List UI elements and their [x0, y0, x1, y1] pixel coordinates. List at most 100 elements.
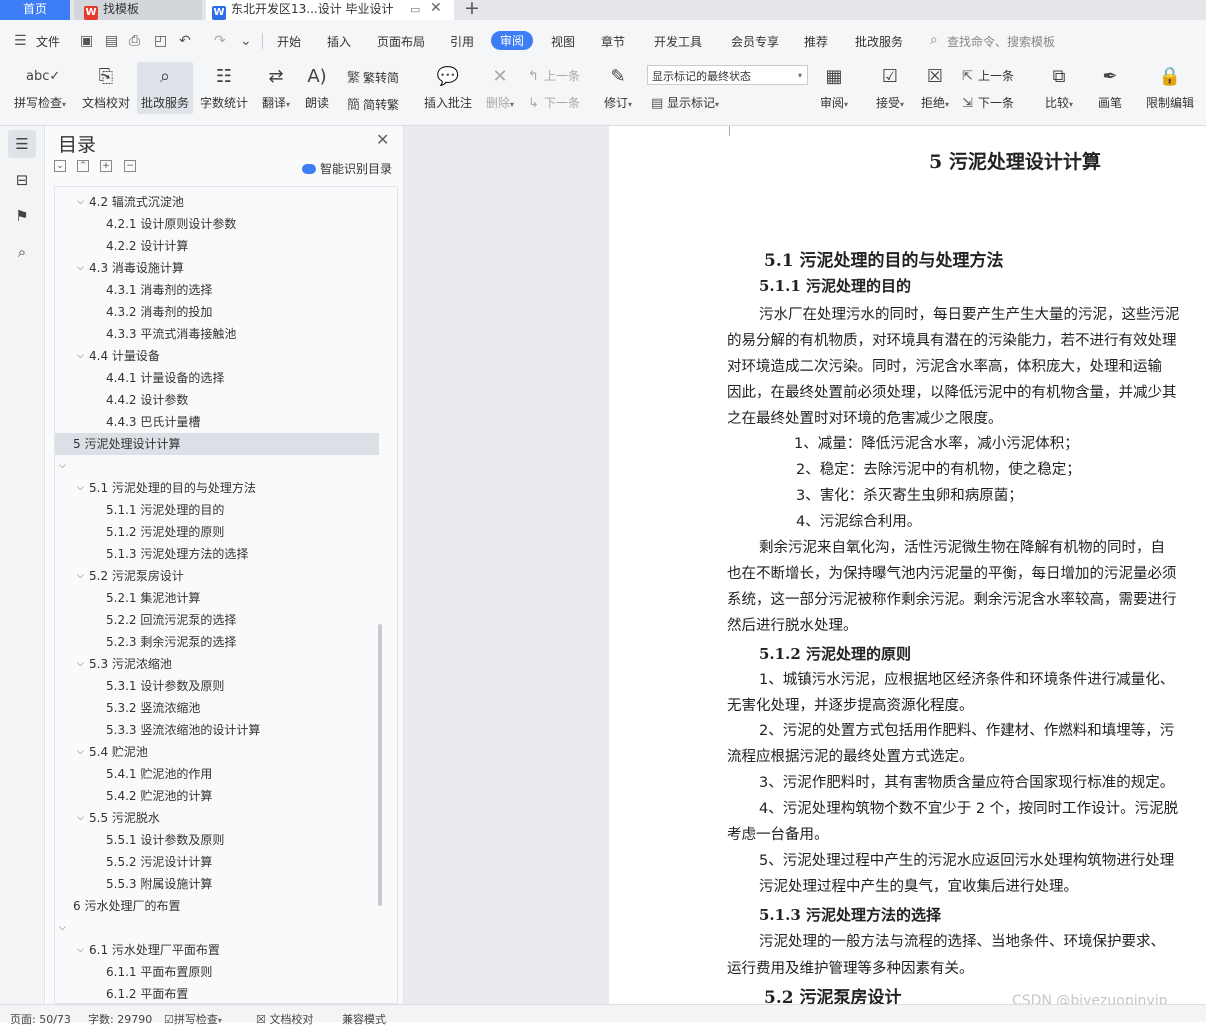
paragraph-line: 4、污泥处理构筑物个数不宜少于 2 个，按同时工作设计。污泥脱	[759, 801, 1179, 817]
translate-button[interactable]: ⇄ 翻译▾	[256, 64, 296, 111]
menu-chapter[interactable]: 章节	[601, 33, 625, 50]
word-count-indicator[interactable]: 字数: 29790	[88, 1011, 152, 1027]
prev-comment-button[interactable]: ↰ 上一条	[528, 67, 580, 84]
chevron-down-icon[interactable]: ⌵	[77, 939, 84, 961]
delete-comment-button[interactable]: ✕ 删除▾	[482, 64, 518, 111]
window-icon[interactable]: ▭	[410, 0, 420, 19]
menu-insert[interactable]: 插入	[327, 33, 351, 50]
new-tab-icon[interactable]: +	[464, 0, 480, 19]
export-pdf-icon[interactable]: ▤	[105, 33, 118, 49]
quick-access-more-icon[interactable]: ⌄	[240, 33, 252, 49]
paragraph-line: 系统，这一部分污泥被称作剩余污泥。剩余污泥含水率较高，需要进行	[727, 592, 1177, 608]
print-preview-icon[interactable]: ◰	[154, 33, 167, 49]
markup-state-value: 显示标记的最终状态	[652, 70, 751, 83]
menu-page-layout[interactable]: 页面布局	[377, 33, 425, 50]
show-markup-button[interactable]: ▤ 显示标记▾	[651, 94, 719, 111]
toc-item-label: 5.2 污泥泵房设计	[89, 569, 184, 583]
doc-proof-toggle[interactable]: ☒ 文档校对	[256, 1011, 313, 1027]
redo-icon[interactable]: ↷	[214, 33, 226, 49]
menu-developer[interactable]: 开发工具	[654, 33, 702, 50]
review-pane-button[interactable]: ▦ 审阅▾	[816, 64, 852, 111]
paragraph-line: 无害化处理，并逐步提高资源化程度。	[727, 698, 974, 714]
doc-proof-button[interactable]: ⎘ 文档校对	[80, 64, 132, 111]
toc-item-label: 4.2.2 设计计算	[106, 239, 189, 253]
toc-item-label: 4.3 消毒设施计算	[89, 261, 184, 275]
margin-mark	[729, 126, 730, 136]
next-change-button[interactable]: ⇲ 下一条	[962, 94, 1014, 111]
chevron-down-icon[interactable]: ⌵	[77, 191, 84, 213]
collapse-all-icon[interactable]: ⌄	[54, 160, 66, 172]
chevron-down-icon[interactable]: ⌵	[77, 741, 84, 763]
insert-comment-button[interactable]: 💬 插入批注	[420, 64, 476, 111]
menu-view[interactable]: 视图	[551, 33, 575, 50]
undo-icon[interactable]: ↶	[179, 33, 191, 49]
paragraph-line: 也在不断增长，为保持曝气池内污泥量的平衡，每日增加的污泥量必须	[727, 566, 1177, 582]
add-heading-icon[interactable]: +	[100, 160, 112, 172]
paragraph-line: 因此，在最终处置前必须处理，以降低污泥中的有机物含量，并减少其	[727, 385, 1177, 401]
next-comment-button[interactable]: ↳ 下一条	[528, 94, 580, 111]
smart-ai-icon	[302, 164, 316, 174]
menu-file[interactable]: 文件	[36, 33, 60, 50]
prev-change-button[interactable]: ⇱ 上一条	[962, 67, 1014, 84]
restrict-editing-label: 限制编辑	[1145, 96, 1194, 110]
chevron-down-icon[interactable]: ⌵	[77, 653, 84, 675]
accept-button[interactable]: ☑ 接受▾	[872, 64, 908, 111]
word-count-button[interactable]: ☷ 字数统计	[198, 64, 250, 111]
restrict-editing-button[interactable]: 🔒 限制编辑	[1140, 64, 1200, 111]
toc-scrollbar[interactable]	[378, 624, 382, 906]
spell-check-button[interactable]: abc✓ 拼写检查▾	[10, 64, 70, 111]
compat-mode-indicator: 兼容模式	[342, 1013, 386, 1026]
close-icon[interactable]: ✕	[376, 130, 389, 149]
track-changes-button[interactable]: ✎ 修订▾	[600, 64, 636, 111]
menu-revise-service[interactable]: 批改服务	[855, 33, 903, 50]
hamburger-icon[interactable]: ☰	[14, 33, 27, 49]
spell-check-toggle[interactable]: ☑拼写检查▾	[164, 1011, 222, 1027]
print-icon[interactable]: ⎙	[129, 33, 140, 49]
toc-item-label: 4.3.3 平流式消毒接触池	[106, 327, 237, 341]
to-traditional-button[interactable]: 繁繁转简	[347, 67, 399, 86]
toc-item[interactable]: 5 污泥处理设计计算	[55, 433, 379, 455]
markup-state-select[interactable]: 显示标记的最终状态 ▾	[647, 65, 808, 85]
chevron-down-icon[interactable]: ⌵	[77, 477, 84, 499]
to-simplified-button[interactable]: 簡简转繁	[347, 94, 399, 113]
accept-icon: ☑	[881, 66, 899, 87]
expand-up-icon[interactable]: ⌃	[77, 160, 89, 172]
page-indicator[interactable]: 页面: 50/73	[10, 1011, 71, 1027]
command-search-input[interactable]: 查找命令、搜索模板	[947, 33, 1055, 50]
tab-home[interactable]: 首页	[0, 0, 70, 20]
menu-recommend[interactable]: 推荐	[804, 33, 828, 50]
show-markup-icon: ▤	[651, 96, 664, 111]
chapter-nav-icon[interactable]: ⊟	[8, 166, 36, 194]
chevron-down-icon[interactable]: ⌵	[77, 565, 84, 587]
menu-member[interactable]: 会员专享	[731, 33, 779, 50]
close-tab-icon[interactable]: ✕	[430, 0, 442, 18]
compare-button[interactable]: ⧉ 比较▾	[1041, 64, 1077, 111]
save-icon[interactable]: ▣	[80, 33, 93, 49]
read-aloud-button[interactable]: A) 朗读	[300, 64, 334, 111]
menu-reference[interactable]: 引用	[450, 33, 474, 50]
reject-button[interactable]: ☒ 拒绝▾	[917, 64, 953, 111]
tab-document[interactable]: W 东北开发区13...设计 毕业设计 ▭ ✕	[206, 0, 454, 20]
chevron-down-icon[interactable]: ⌵	[59, 455, 66, 477]
paragraph-line: 污水厂在处理污水的同时，每日要产生产生大量的污泥，这些污泥	[759, 307, 1180, 323]
menu-start[interactable]: 开始	[277, 33, 301, 50]
toc-item-label: 4.2.1 设计原则设计参数	[106, 217, 237, 231]
word-count-label: 字数统计	[199, 96, 248, 110]
paragraph-line: 然后进行脱水处理。	[727, 618, 858, 634]
chevron-down-icon[interactable]: ⌵	[77, 345, 84, 367]
bookmark-icon[interactable]: ⚑	[8, 202, 36, 230]
revise-service-button[interactable]: ⌕ 批改服务	[137, 62, 193, 114]
find-icon[interactable]: ⌕	[8, 238, 36, 266]
chevron-down-icon[interactable]: ⌵	[77, 807, 84, 829]
toc-pane: 目录 ✕ ⌄ ⌃ + − 智能识别目录 ⌵ 4.2 辐流式沉淀池 4.2.1 设计原…	[46, 126, 404, 1004]
ink-button[interactable]: ✒ 画笔	[1094, 64, 1126, 111]
chevron-down-icon[interactable]: ⌵	[59, 917, 66, 939]
track-changes-icon: ✎	[610, 66, 626, 87]
menu-review[interactable]: 审阅	[491, 31, 534, 50]
remove-heading-icon[interactable]: −	[124, 160, 136, 172]
toc-panel-icon[interactable]: ☰	[8, 130, 36, 158]
tab-find-template[interactable]: W 找模板	[74, 0, 202, 20]
paragraph-line: 对环境造成二次污染。同时，污泥含水率高，体积庞大，处理和运输	[727, 359, 1162, 375]
chevron-down-icon[interactable]: ⌵	[77, 257, 84, 279]
smart-toc-button[interactable]: 智能识别目录	[302, 160, 392, 177]
